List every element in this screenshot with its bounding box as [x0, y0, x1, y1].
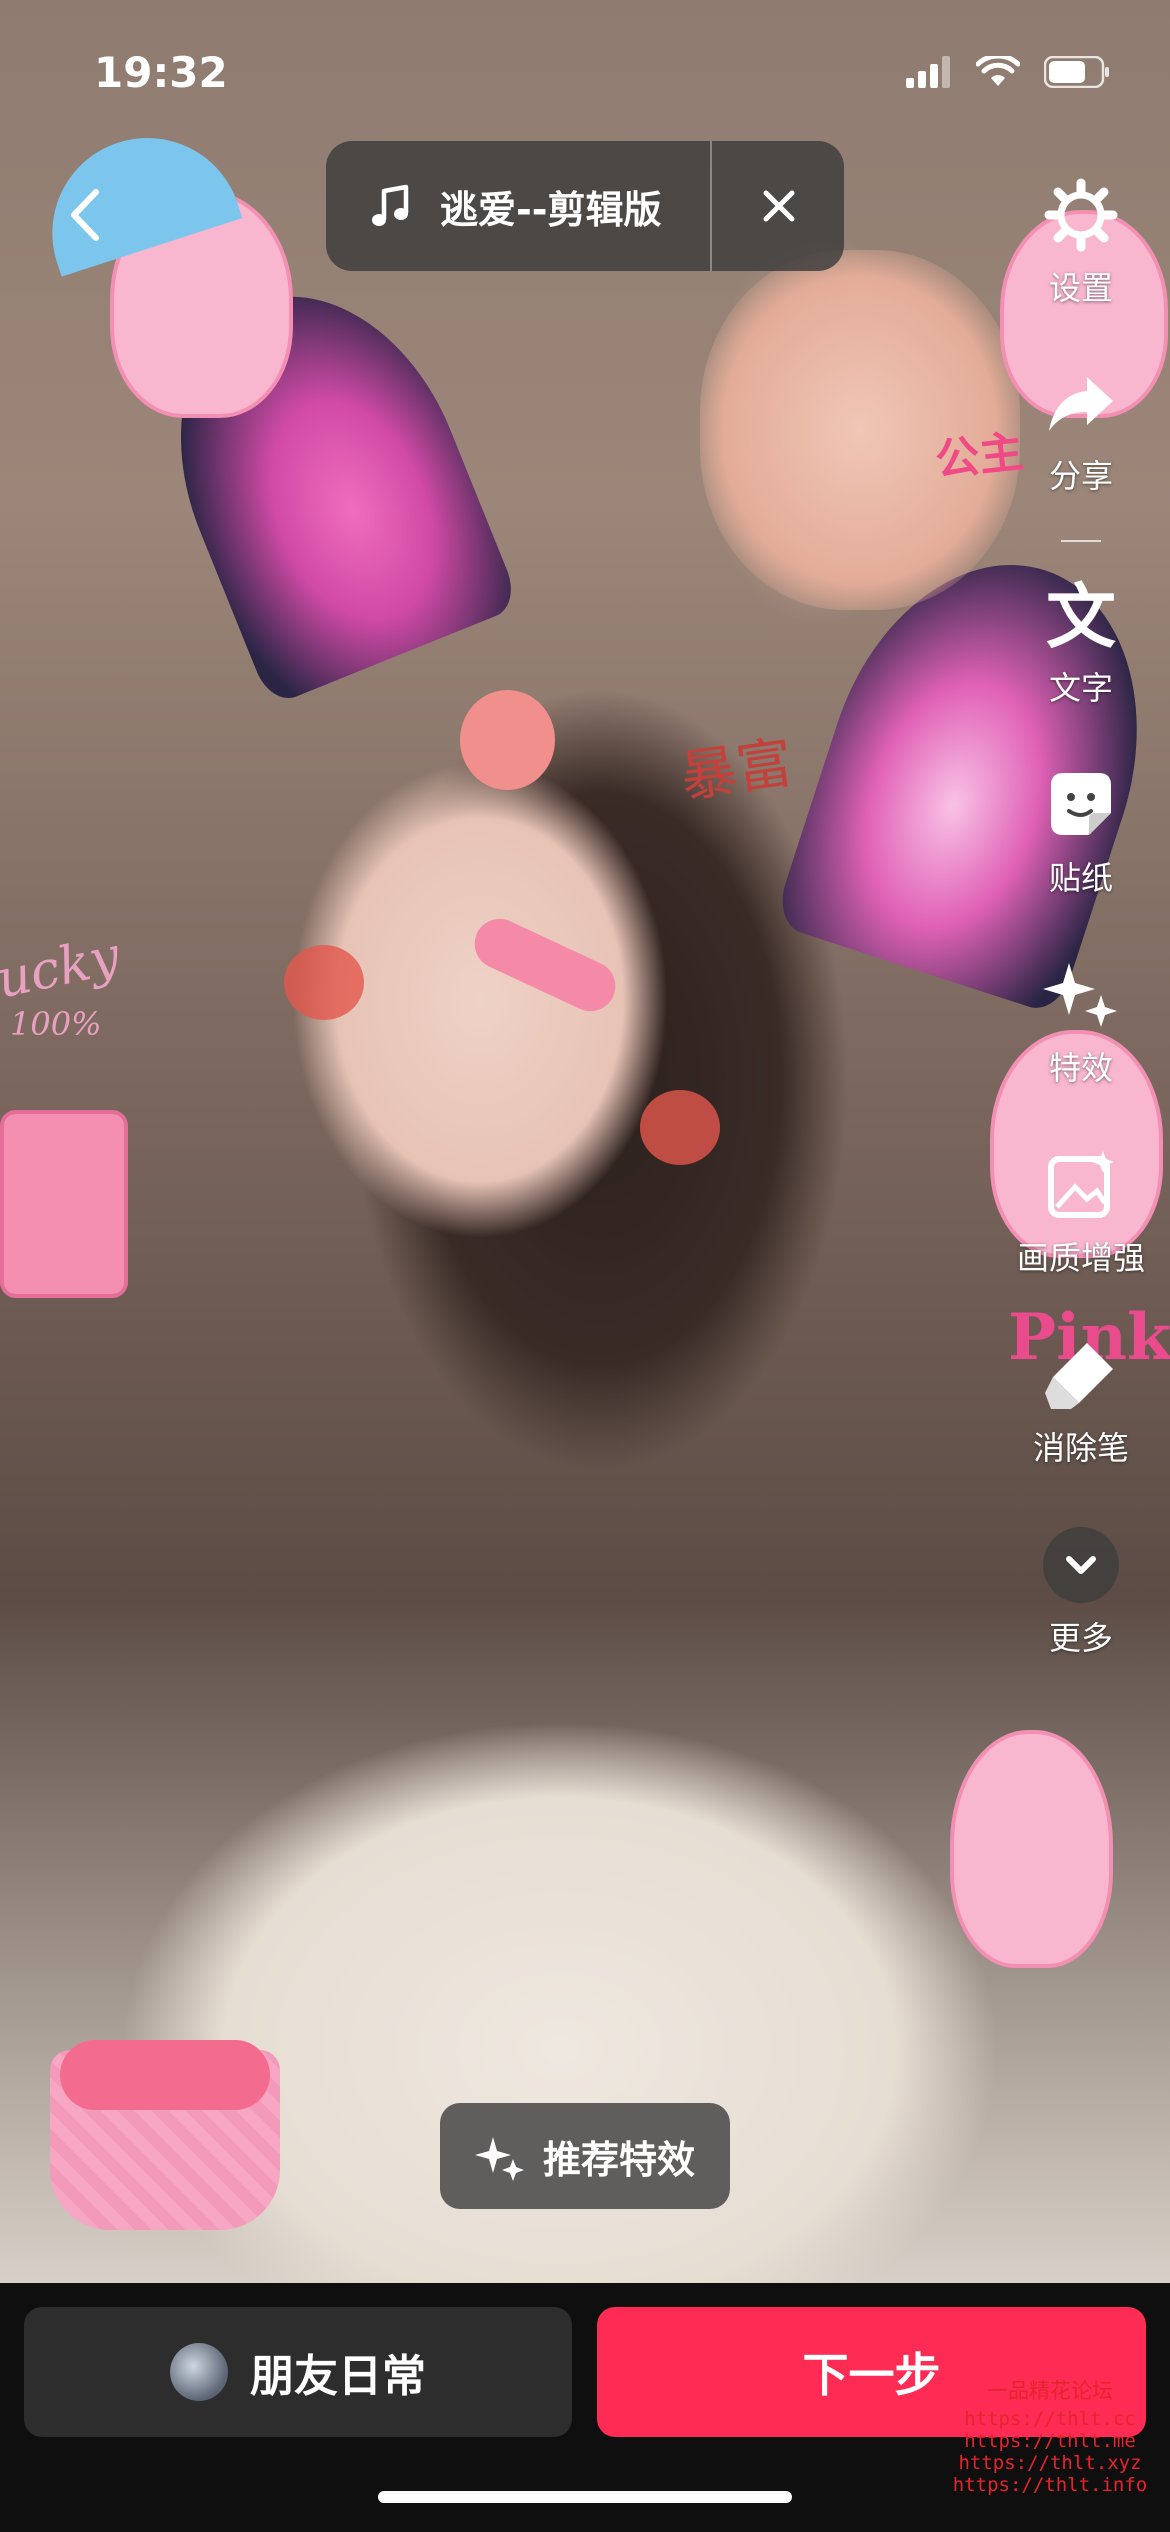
tool-text[interactable]: 文 文字 [1006, 575, 1156, 709]
watermark-line: https://thlt.me [964, 2430, 1136, 2452]
hearts-in-basket [60, 2040, 270, 2110]
blush-sticker-left [284, 945, 364, 1020]
suitcase-sticker [0, 1110, 128, 1298]
home-indicator [378, 2491, 792, 2503]
tool-more[interactable]: 更多 [1006, 1525, 1156, 1659]
watermark-title: 一品精花论坛 [987, 2379, 1113, 2403]
tool-label: 贴纸 [1048, 859, 1113, 897]
svg-text:文: 文 [1046, 576, 1116, 655]
beaver-sticker [460, 690, 555, 790]
tool-label: 消除笔 [1032, 1429, 1129, 1467]
chevron-left-icon [71, 189, 99, 241]
music-close-button[interactable] [744, 171, 814, 241]
tool-label: 文字 [1048, 669, 1113, 707]
wifi-icon [976, 56, 1020, 86]
tool-label: 特效 [1048, 1049, 1113, 1087]
tool-label: 更多 [1048, 1619, 1113, 1657]
avatar [170, 2343, 228, 2401]
eraser-icon [1045, 1343, 1113, 1409]
percent-sticker: 100% [10, 1005, 102, 1043]
baofu-sticker: 暴富 [676, 730, 797, 811]
friends-daily-label: 朋友日常 [250, 2351, 426, 2402]
friends-daily-button[interactable]: 朋友日常 [24, 2307, 572, 2437]
text-icon: 文 [1046, 576, 1116, 655]
music-divider [710, 141, 712, 271]
bunny-sticker-bottom-right [950, 1730, 1113, 1968]
next-label: 下一步 [802, 2348, 941, 2402]
sparkles-icon [1043, 963, 1117, 1027]
tool-label: 画质增强 [1016, 1239, 1145, 1277]
gear-icon [1044, 178, 1118, 252]
watermark-line: https://thlt.cc [964, 2408, 1136, 2430]
status-bar: 19:32 [0, 0, 1170, 140]
battery-icon [1044, 56, 1109, 88]
toolbar-divider [1061, 540, 1101, 542]
tool-eraser[interactable]: 消除笔 [1006, 1335, 1156, 1469]
music-title: 逃爱--剪辑版 [440, 187, 662, 232]
tool-sticker[interactable]: 贴纸 [1006, 765, 1156, 899]
tool-settings[interactable]: 设置 [1006, 175, 1156, 309]
tool-share[interactable]: 分享 [1006, 363, 1156, 497]
watermark: 一品精花论坛 https://thlt.cc https://thlt.me h… [945, 2380, 1155, 2496]
image-enhance-icon [1048, 1151, 1114, 1218]
tool-label: 设置 [1048, 269, 1113, 307]
recommend-effects-label: 推荐特效 [542, 2137, 695, 2182]
back-button[interactable] [52, 180, 122, 250]
close-icon [763, 190, 795, 222]
music-selector[interactable]: 逃爱--剪辑版 [326, 141, 844, 271]
music-note-icon [372, 184, 409, 226]
sparkles-icon [474, 2137, 524, 2181]
tool-label: 分享 [1048, 457, 1113, 495]
sticker-icon [1051, 773, 1111, 835]
bandage-sticker [466, 910, 624, 1020]
status-icons [906, 56, 1110, 88]
lucky-sticker: lucky [0, 926, 125, 1014]
recommend-effects-button[interactable]: 推荐特效 [440, 2103, 730, 2209]
watermark-line: https://thlt.xyz [958, 2452, 1142, 2474]
chevron-down-icon [1043, 1527, 1119, 1603]
status-time: 19:32 [94, 48, 228, 97]
blush-sticker-right [640, 1090, 720, 1165]
share-icon [1049, 377, 1113, 431]
watermark-line: https://thlt.info [952, 2474, 1148, 2496]
video-preview: 暴富 lucky 100% Pink 公主 [0, 0, 1170, 2283]
tool-image-enhance[interactable]: 画质增强 [1006, 1145, 1156, 1279]
tool-effects[interactable]: 特效 [1006, 955, 1156, 1089]
cellular-signal-icon [906, 56, 950, 88]
